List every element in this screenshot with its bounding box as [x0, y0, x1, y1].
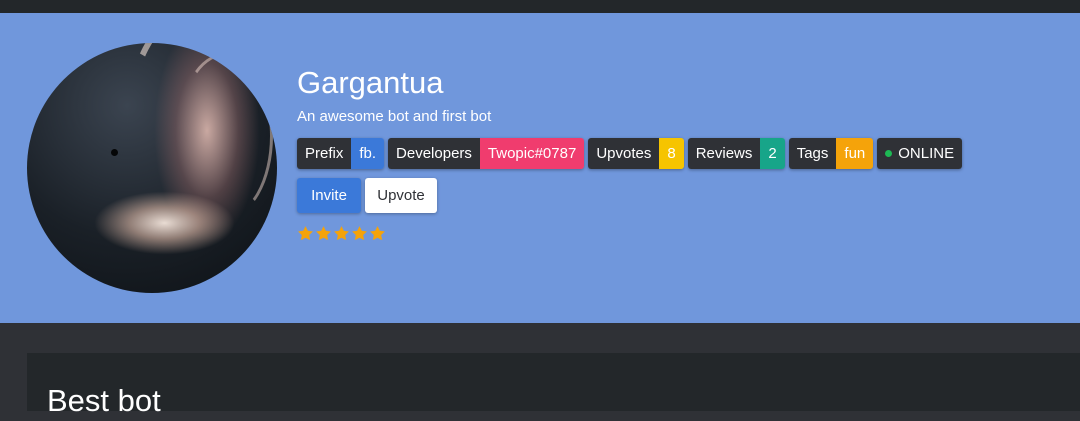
star-icon — [316, 226, 331, 241]
status-badge-content: ONLINE — [877, 138, 963, 169]
star-icon — [370, 226, 385, 241]
tags-badge-label: Tags — [788, 138, 837, 169]
top-navbar — [0, 0, 1080, 13]
bot-description: An awesome bot and first bot — [297, 108, 492, 125]
reviews-badge-value: 2 — [760, 138, 785, 169]
upvotes-badge-label: Upvotes — [588, 138, 660, 169]
bot-header: Gargantua An awesome bot and first bot P… — [0, 13, 1080, 323]
reviews-badge: Reviews 2 — [687, 138, 785, 169]
star-icon — [298, 226, 313, 241]
rating-stars — [297, 225, 386, 242]
tags-badge: Tags fun — [788, 138, 874, 169]
prefix-badge: Prefix fb. — [297, 138, 385, 169]
prefix-badge-label: Prefix — [297, 138, 352, 169]
bot-name: Gargantua — [297, 65, 444, 100]
tags-badge-value[interactable]: fun — [836, 138, 874, 169]
online-status-dot-icon — [885, 150, 893, 157]
reviews-badge-label: Reviews — [687, 138, 761, 169]
bot-avatar — [27, 43, 277, 293]
bot-actions: Invite Upvote — [297, 178, 437, 213]
developers-badge: Developers Twopic#0787 — [388, 138, 585, 169]
status-label: ONLINE — [898, 145, 955, 162]
prefix-badge-value: fb. — [351, 138, 385, 169]
upvote-button[interactable]: Upvote — [365, 178, 437, 213]
status-badge: ONLINE — [877, 138, 963, 169]
bot-info-badges: Prefix fb. Developers Twopic#0787 Upvote… — [297, 138, 963, 169]
developers-badge-value[interactable]: Twopic#0787 — [479, 138, 585, 169]
avatar-planet — [111, 149, 118, 156]
review-panel-title: Best bot — [47, 383, 161, 418]
developers-badge-label: Developers — [388, 138, 480, 169]
star-icon — [334, 226, 349, 241]
star-icon — [352, 226, 367, 241]
avatar-inner-ring — [177, 53, 273, 219]
upvotes-badge: Upvotes 8 — [588, 138, 684, 169]
upvotes-badge-value: 8 — [659, 138, 684, 169]
review-panel: Best bot — [27, 353, 1080, 418]
invite-button[interactable]: Invite — [297, 178, 361, 213]
